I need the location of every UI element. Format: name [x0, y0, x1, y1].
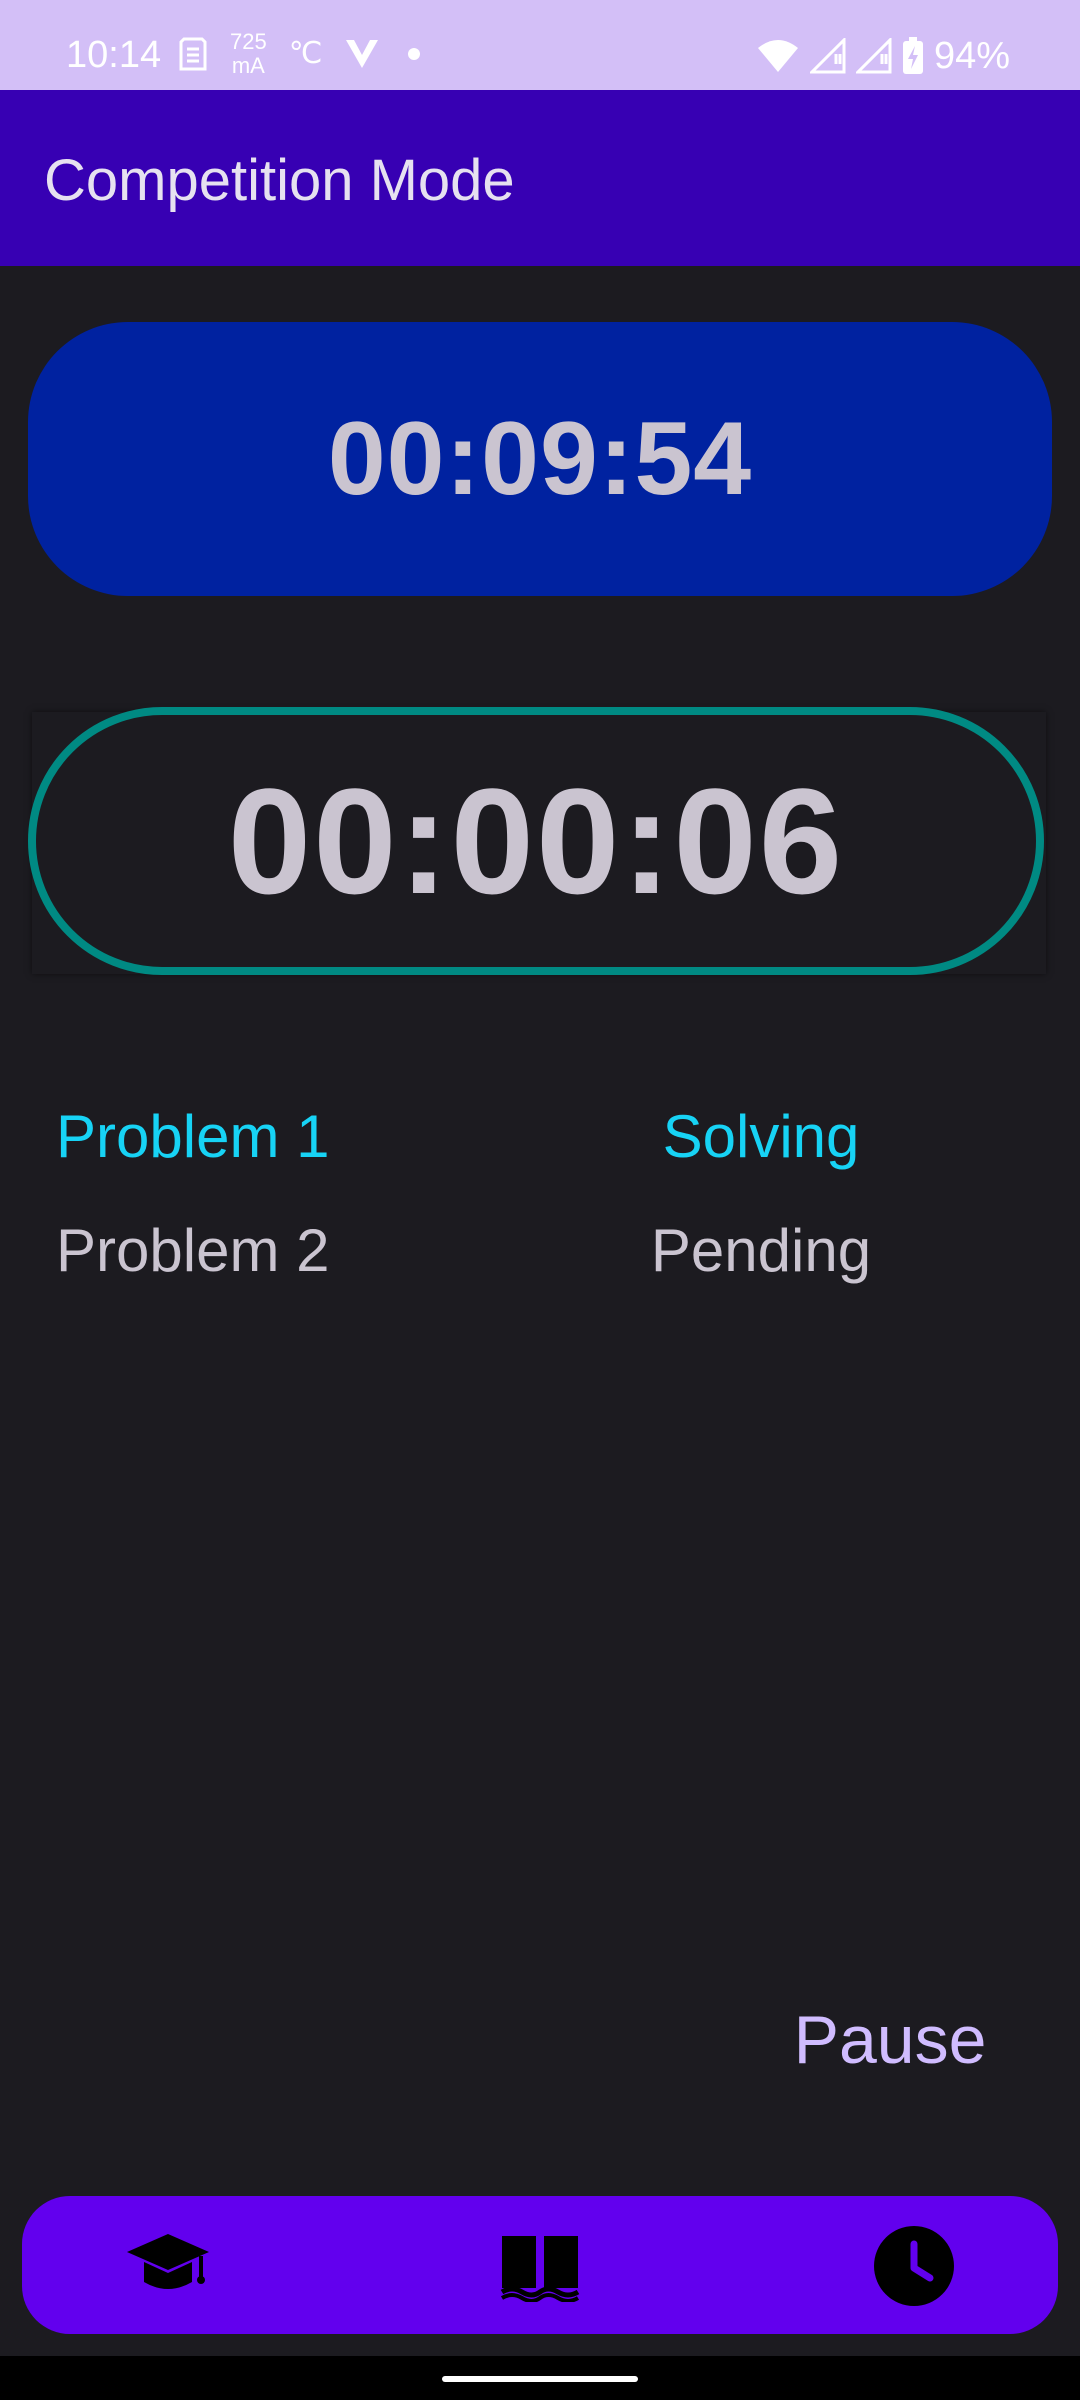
problem-status: Solving	[662, 1103, 860, 1170]
graduation-cap-icon	[127, 2234, 209, 2289]
status-left-icons: 725 mA ℃	[178, 24, 426, 84]
problem-row: Problem 2 Pending	[56, 1206, 1036, 1296]
clock-icon	[874, 2226, 954, 2306]
total-timer: 00:09:54	[28, 322, 1052, 596]
bottom-navigation	[22, 2196, 1058, 2334]
current-unit: mA	[231, 53, 265, 78]
battery-percentage: 94%	[933, 35, 1010, 77]
app-bar: Competition Mode	[0, 90, 1080, 266]
problem-timer-text: 00:00:06	[227, 756, 845, 925]
problem-name: Problem 1	[56, 1103, 330, 1170]
sim-card-icon	[179, 37, 207, 71]
book-icon	[500, 2236, 580, 2302]
page-title: Competition Mode	[44, 148, 515, 213]
current-readout: 725 mA	[230, 30, 267, 78]
status-right-icons: 94%	[756, 28, 1010, 84]
gesture-bar	[0, 2356, 1080, 2400]
total-timer-text: 00:09:54	[327, 400, 753, 517]
home-indicator[interactable]	[442, 2376, 638, 2382]
nav-item-competition[interactable]	[868, 2220, 960, 2312]
signal-icon-1	[809, 38, 846, 74]
v-app-icon	[346, 40, 379, 68]
temperature-icon: ℃	[288, 37, 323, 70]
problem-status: Pending	[650, 1217, 872, 1284]
problem-name: Problem 2	[56, 1217, 330, 1284]
problem-timer: 00:00:06	[28, 707, 1044, 975]
status-time: 10:14	[66, 34, 162, 76]
wifi-icon	[757, 40, 798, 72]
nav-item-learn[interactable]	[122, 2220, 214, 2312]
nav-item-library[interactable]	[494, 2220, 586, 2312]
problem-row: Problem 1 Solving	[56, 1092, 1036, 1182]
status-bar: 10:14 725 mA ℃ 94%	[0, 0, 1080, 90]
notification-dot-icon	[408, 48, 421, 60]
current-value: 725	[230, 29, 267, 54]
signal-icon-2	[855, 38, 892, 74]
battery-charging-icon	[902, 37, 923, 74]
pause-button[interactable]: Pause	[770, 1990, 1010, 2090]
